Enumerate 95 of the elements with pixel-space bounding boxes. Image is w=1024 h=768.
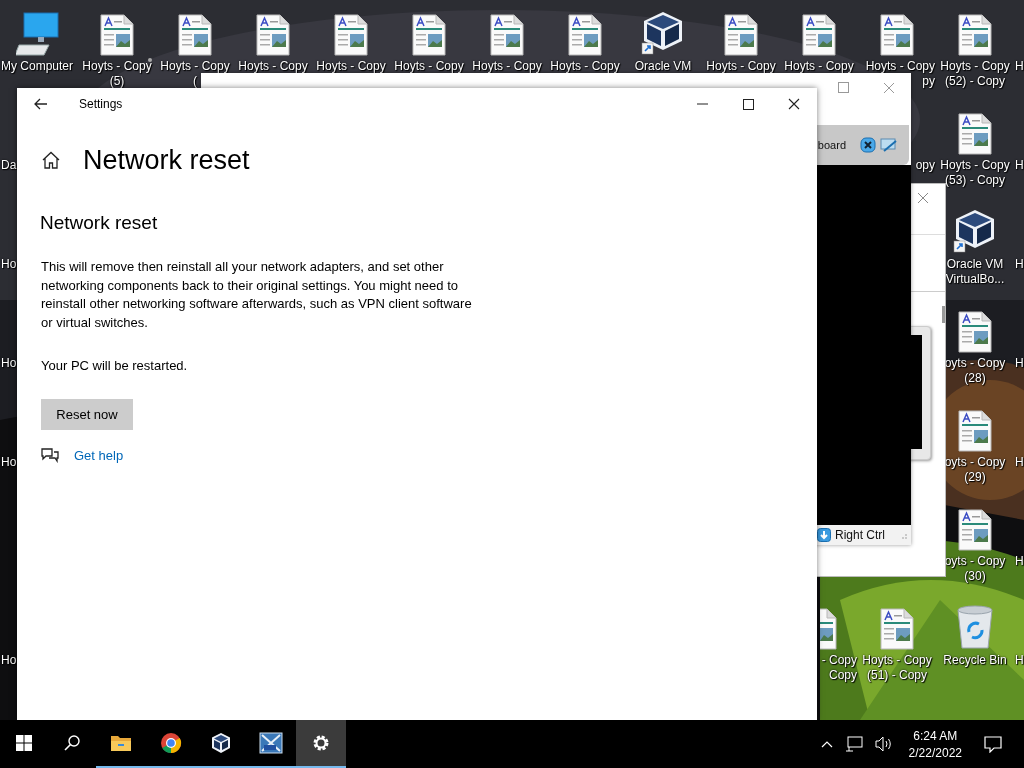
icon-label[interactable]: Hoyts - Copy	[472, 59, 542, 74]
document-icon[interactable]	[568, 14, 602, 56]
speaker-icon[interactable]	[874, 736, 893, 752]
close-icon[interactable]	[883, 82, 895, 94]
icon-label[interactable]: Hoyts - Copy	[706, 59, 776, 74]
description-text: This will remove then reinstall all your network adapters, and set other networking components back to their original settings. You might need to reinstall other networking software afterwards, such as VPN client software or virtual switches.	[41, 258, 473, 332]
icon-label[interactable]: Hoyts - Copy	[940, 158, 1010, 173]
page-heading: Network reset	[83, 144, 250, 177]
maximize-icon[interactable]	[838, 82, 849, 93]
icon-label[interactable]: Hoyts - Copy	[550, 59, 620, 74]
icon-label[interactable]: VirtualBo...	[945, 272, 1005, 287]
icon-label[interactable]: Ho	[1, 356, 17, 371]
icon-label[interactable]: Hoyts - Copy	[865, 59, 935, 74]
maximize-icon	[742, 98, 754, 110]
scrollbar-thumb[interactable]	[942, 306, 945, 323]
close-icon	[788, 98, 800, 110]
icon-label[interactable]: H	[1015, 158, 1024, 173]
icon-label[interactable]: Da	[1, 158, 17, 173]
window-title: Settings	[79, 97, 123, 111]
icon-label[interactable]: Ho	[1, 653, 17, 668]
icon-label[interactable]: Copy	[829, 668, 857, 683]
document-icon[interactable]	[256, 14, 290, 56]
back-arrow-icon	[34, 98, 48, 110]
reset-now-button[interactable]: Reset now	[41, 399, 133, 430]
icon-label[interactable]: Hoyts - Copy	[394, 59, 464, 74]
icon-label[interactable]: Ho	[1, 455, 17, 470]
host-key-label: Right Ctrl	[835, 528, 885, 542]
icon-label[interactable]: H	[1015, 554, 1024, 569]
cube-icon	[210, 732, 232, 754]
icon-label[interactable]: (52) - Copy	[945, 74, 1005, 89]
resize-grip-icon[interactable]	[899, 531, 907, 539]
icon-label[interactable]: (	[193, 74, 197, 89]
icon-label[interactable]: (29)	[964, 470, 986, 485]
close-icon[interactable]	[917, 192, 929, 204]
toolbar-text: board	[817, 139, 846, 151]
get-help-link[interactable]: Get help	[74, 447, 124, 463]
icon-label[interactable]: (30)	[964, 569, 986, 584]
icon-label[interactable]: (28)	[964, 371, 986, 386]
icon-label[interactable]: Hoyts - Copy	[82, 59, 152, 74]
document-icon[interactable]	[178, 14, 212, 56]
taskbar-settings-button[interactable]	[296, 720, 346, 768]
document-icon[interactable]	[958, 113, 992, 155]
note-text: Your PC will be restarted.	[41, 357, 188, 375]
gear-icon	[311, 733, 331, 753]
icon-label[interactable]: H	[1015, 59, 1024, 74]
monitor-icon[interactable]	[880, 137, 898, 153]
icon-label[interactable]: oyts - Copy	[944, 554, 1006, 569]
chrome-icon	[160, 732, 182, 754]
icon-label[interactable]: (5)	[109, 74, 125, 89]
document-icon[interactable]	[724, 14, 758, 56]
icon-label[interactable]: Recycle Bin	[943, 653, 1007, 668]
icon-label[interactable]: Hoyts - Copy	[238, 59, 308, 74]
notification-icon[interactable]	[984, 735, 1002, 753]
icon-label[interactable]: H	[1015, 356, 1024, 371]
help-chat-icon	[41, 447, 59, 463]
icon-label[interactable]: Ho	[1, 257, 17, 272]
down-arrow-icon[interactable]	[817, 528, 831, 542]
document-icon[interactable]	[490, 14, 524, 56]
document-icon[interactable]	[958, 14, 992, 56]
home-icon[interactable]	[41, 151, 61, 169]
icon-label[interactable]: H	[1015, 257, 1024, 272]
icon-label[interactable]: (51) - Copy	[867, 668, 927, 683]
icon-label[interactable]: (53) - Copy	[945, 173, 1005, 188]
chevron-up-icon[interactable]	[820, 740, 833, 748]
icon-label[interactable]: Hoyts - Copy	[784, 59, 854, 74]
document-icon[interactable]	[802, 14, 836, 56]
section-title: Network reset	[40, 211, 158, 235]
search-icon	[64, 735, 80, 751]
screen-icon	[259, 732, 283, 754]
icon-label[interactable]: oyts - Copy	[944, 455, 1006, 470]
icon-label[interactable]: - Copy	[821, 653, 857, 668]
document-icon[interactable]	[958, 509, 992, 551]
document-icon[interactable]	[100, 14, 134, 56]
document-icon[interactable]	[958, 410, 992, 452]
document-icon[interactable]	[334, 14, 368, 56]
network-icon[interactable]	[844, 736, 863, 752]
icon-label[interactable]: Hoyts - Copy	[316, 59, 386, 74]
icon-label[interactable]: My Computer	[1, 59, 74, 74]
icon-label[interactable]: oyts - Copy	[944, 356, 1006, 371]
folder-icon	[110, 734, 132, 752]
computer-icon[interactable]	[16, 12, 62, 56]
document-icon[interactable]	[958, 311, 992, 353]
recycle-bin-icon[interactable]	[955, 604, 995, 650]
clock[interactable]: 6:24 AM 2/22/2022	[898, 720, 972, 768]
minimize-icon	[696, 103, 708, 105]
icon-label[interactable]: Oracle VM	[634, 59, 692, 74]
icon-label[interactable]: Hoyts - Copy	[940, 59, 1010, 74]
icon-label[interactable]: opy	[915, 158, 935, 173]
document-icon[interactable]	[880, 14, 914, 56]
windows-logo-icon	[16, 735, 32, 751]
document-icon[interactable]	[412, 14, 446, 56]
icon-label[interactable]: py	[922, 74, 935, 89]
icon-label[interactable]: H	[1015, 455, 1024, 470]
icon-label[interactable]: Oracle VM	[946, 257, 1004, 272]
icon-label[interactable]: Hoyts - Copy	[160, 59, 230, 74]
